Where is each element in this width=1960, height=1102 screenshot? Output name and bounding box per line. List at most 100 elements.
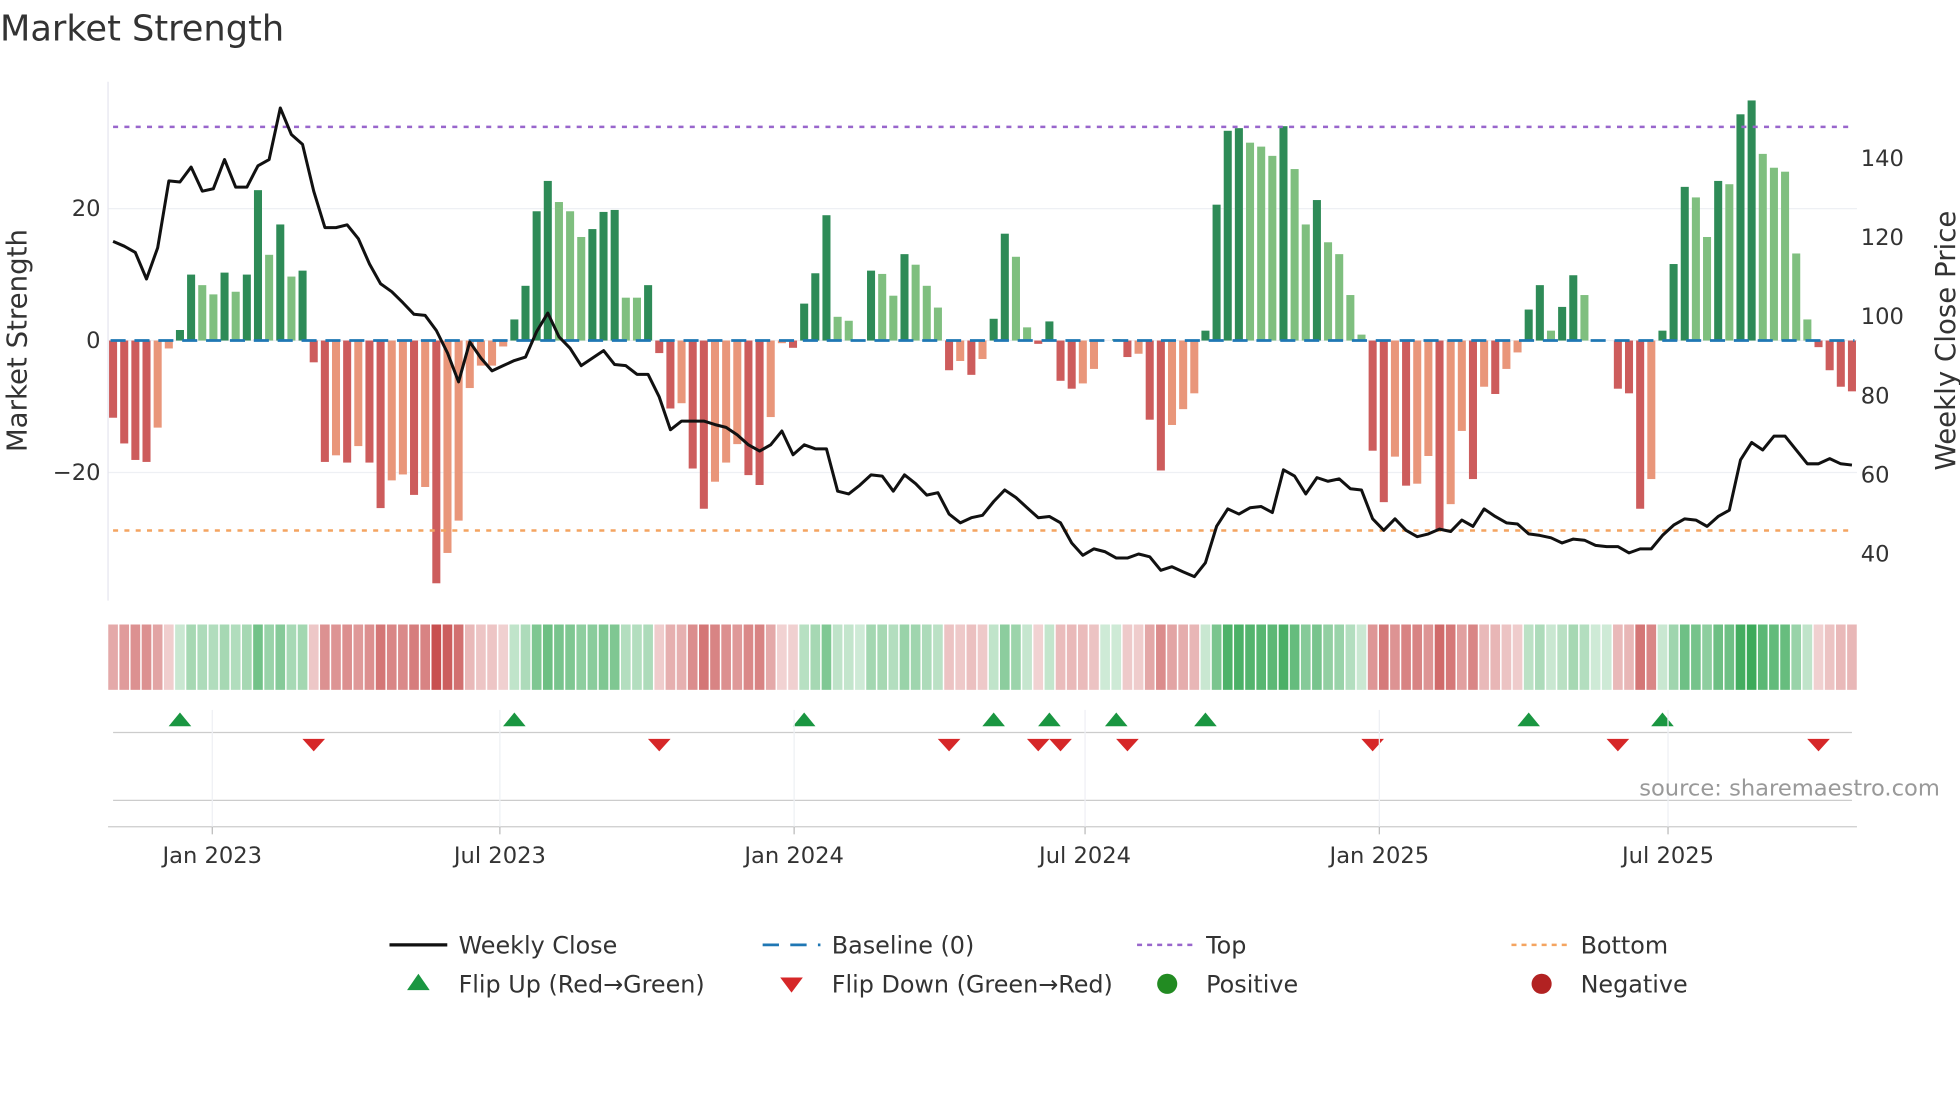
strip-cell [442, 624, 453, 690]
strength-bar [1535, 285, 1544, 341]
legend-label: Bottom [1581, 932, 1669, 960]
strip-cell [1445, 624, 1456, 690]
strip-cell [621, 624, 631, 690]
triangle-up-icon [407, 973, 430, 991]
strength-bar [1658, 330, 1667, 341]
strength-bar [1803, 319, 1812, 341]
strip-cell [1055, 624, 1066, 690]
strength-bar [621, 297, 630, 341]
strength-bar [1636, 340, 1645, 509]
strength-bar [1324, 242, 1333, 341]
strength-bar [610, 209, 619, 341]
strip-cell [1791, 624, 1802, 690]
strip-cell [554, 624, 564, 690]
flip-up-marker [1194, 712, 1217, 727]
strength-bar [1468, 340, 1477, 480]
strength-bar [1045, 321, 1054, 341]
strip-cell [398, 624, 408, 690]
strength-bar [432, 340, 441, 584]
strip-cell [175, 624, 185, 690]
strip-cell [1835, 624, 1846, 690]
strip-cell [1234, 624, 1244, 690]
strip-cell [988, 624, 999, 690]
strength-bar [1246, 142, 1255, 341]
strength-bar [1502, 340, 1511, 369]
strength-bar [309, 340, 318, 363]
strength-bar [1402, 340, 1411, 486]
strength-bar [376, 340, 385, 509]
flip-up-marker [168, 712, 192, 727]
strip-cell [1613, 624, 1623, 690]
strip-cell [1156, 624, 1166, 690]
strip-cell [141, 624, 152, 690]
strip-cell [1813, 624, 1824, 690]
strip-cell [676, 624, 687, 690]
strength-bar [822, 215, 831, 341]
strip-cell [420, 624, 431, 690]
strip-cell [431, 624, 442, 690]
strength-bar [209, 294, 218, 341]
legend-label: Negative [1581, 971, 1688, 999]
strip-cell [1735, 624, 1746, 690]
strip-cell [509, 624, 520, 690]
strip-cell [944, 624, 954, 690]
strength-bar [488, 340, 497, 366]
y-right-tick-label: 40 [1861, 542, 1890, 568]
strip-cell [375, 624, 386, 690]
strength-bar [398, 340, 407, 475]
strip-cell [1724, 624, 1735, 690]
strength-bar [343, 340, 352, 463]
strip-cell [1746, 624, 1757, 690]
strength-bar [1279, 126, 1288, 341]
strip-cell [821, 624, 832, 690]
strength-bar [1424, 340, 1433, 456]
strip-cell [710, 624, 720, 690]
strength-bar [1167, 340, 1177, 425]
strength-bar [1480, 340, 1489, 387]
strength-bar [1368, 340, 1377, 451]
strength-bar [521, 285, 530, 341]
strip-cell [788, 624, 798, 690]
strip-cell [721, 624, 731, 690]
strip-cell [1668, 624, 1679, 690]
strip-cell [1847, 624, 1857, 690]
strength-bar [1714, 180, 1723, 341]
strength-bar [566, 211, 575, 341]
strength-bar [410, 340, 419, 495]
strength-bar [733, 340, 742, 445]
flip-down-marker [647, 738, 671, 752]
strip-cell [487, 624, 497, 690]
strength-bar [142, 340, 151, 462]
strength-bar [1569, 275, 1578, 341]
strip-cell [197, 624, 208, 690]
strip-cell [1100, 624, 1110, 690]
y-right-tick-label: 100 [1861, 304, 1904, 330]
strength-bar [1179, 340, 1188, 410]
strength-bar [242, 274, 251, 341]
strength-bar [599, 211, 608, 341]
strength-bar [1023, 327, 1032, 341]
x-tick-label: Jul 2024 [1037, 843, 1131, 869]
strength-bar [1613, 340, 1622, 389]
strip-cell [1579, 624, 1590, 690]
strip-cell [1490, 624, 1501, 690]
y-right-tick-label: 60 [1861, 463, 1890, 489]
strength-bar [1825, 340, 1834, 371]
strength-bar [1413, 340, 1422, 484]
strip-cell [1635, 624, 1645, 690]
legend-label: Flip Up (Red→Green) [459, 971, 705, 999]
strength-bar [1736, 114, 1745, 341]
strip-cell [1167, 624, 1177, 690]
strip-cell [253, 624, 263, 690]
strip-cell [464, 624, 475, 690]
strip-cell [866, 624, 876, 690]
strength-bar [253, 190, 263, 341]
flip-down-marker [1026, 738, 1050, 752]
strength-bar [554, 202, 563, 341]
y-tick-label: 0 [86, 328, 100, 354]
strip-cell [754, 624, 765, 690]
strip-cell [1345, 624, 1356, 690]
strip-cell [297, 624, 308, 690]
strength-bar [722, 340, 731, 463]
strip-cell [1111, 624, 1122, 690]
